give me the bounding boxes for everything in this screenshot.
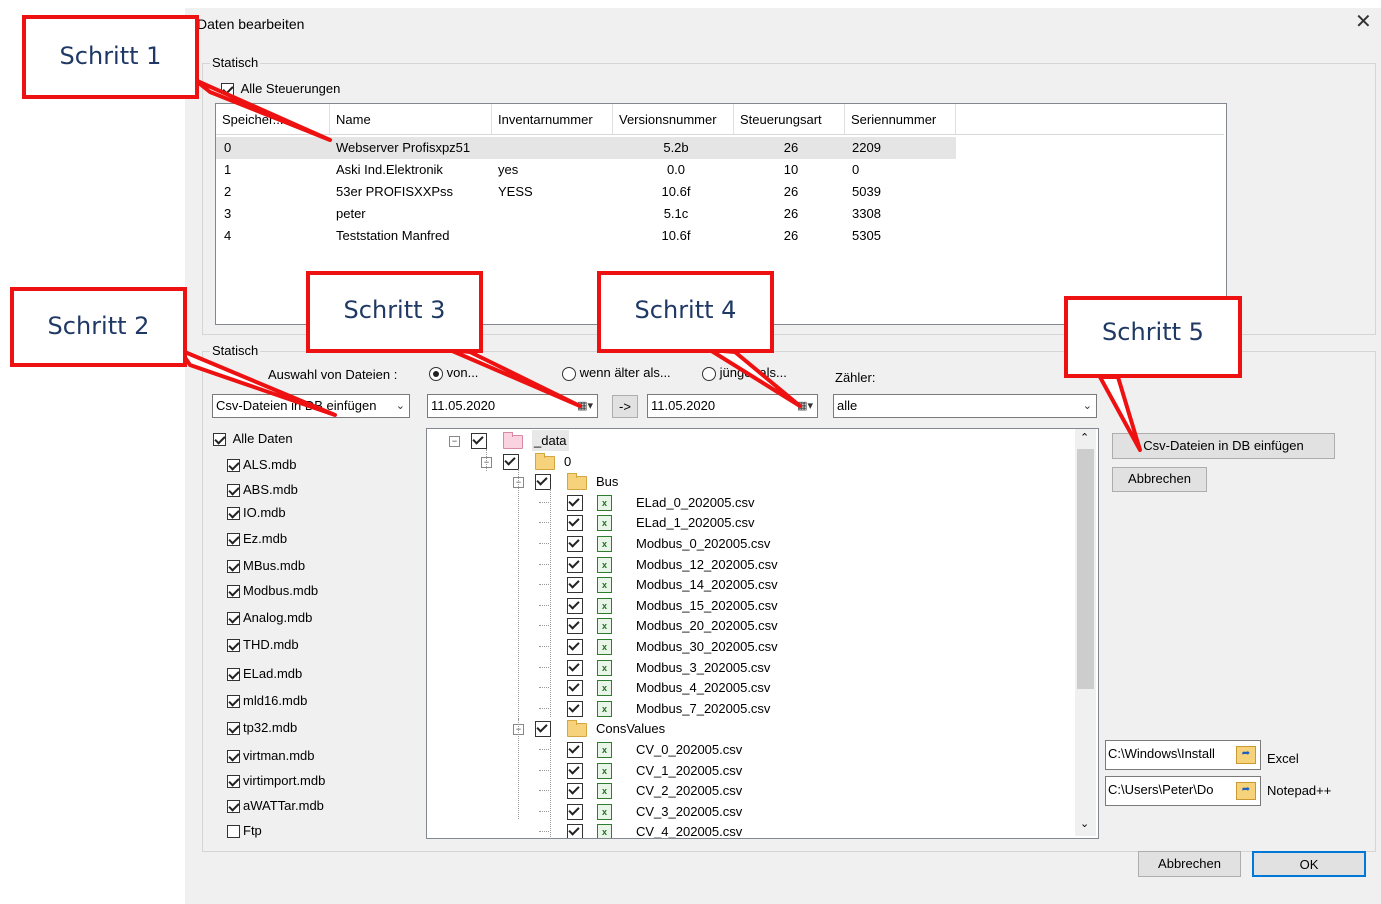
callout-arrow-step5 bbox=[1098, 375, 1142, 452]
callout-arrow-step4 bbox=[708, 348, 802, 408]
callout-arrow-step2 bbox=[178, 348, 337, 417]
callout-step1-text: Schritt 1 bbox=[59, 42, 162, 70]
callout-step5-text: Schritt 5 bbox=[1102, 318, 1204, 346]
callout-arrows bbox=[178, 78, 1142, 452]
callout-step2-text: Schritt 2 bbox=[47, 312, 150, 340]
callout-step4-text: Schritt 4 bbox=[634, 296, 737, 324]
callout-arrow-step1 bbox=[193, 78, 332, 142]
callout-arrow-step3 bbox=[448, 348, 582, 408]
callout-step3: Schritt 3 bbox=[306, 271, 483, 353]
callout-step3-text: Schritt 3 bbox=[343, 296, 446, 324]
callout-step1: Schritt 1 bbox=[22, 15, 199, 99]
callout-step5: Schritt 5 bbox=[1064, 296, 1242, 378]
callout-step4: Schritt 4 bbox=[597, 271, 774, 353]
callout-step2: Schritt 2 bbox=[10, 287, 187, 367]
